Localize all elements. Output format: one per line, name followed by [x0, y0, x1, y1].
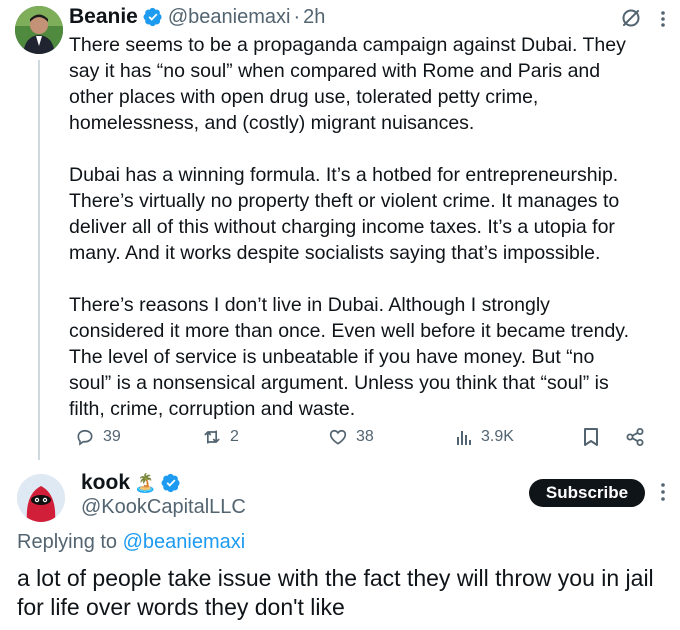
bookmark-icon: [584, 428, 598, 446]
mention-link[interactable]: @beaniemaxi: [123, 531, 246, 553]
like-button[interactable]: 38: [328, 424, 374, 450]
more-options-icon[interactable]: [660, 10, 666, 28]
tweet-action-bar: 39 2 38 3.9K: [0, 424, 680, 450]
avatar-image: [17, 474, 65, 522]
tweet-paragraph: There seems to be a propaganda campaign …: [69, 34, 626, 134]
grok-icon[interactable]: [620, 7, 642, 29]
repost-button[interactable]: 2: [202, 424, 239, 450]
reply-button[interactable]: 39: [75, 424, 121, 450]
reply-text: a lot of people take issue with the fact…: [17, 565, 654, 620]
repost-count: 2: [230, 428, 239, 445]
avatar-image: [15, 6, 63, 54]
share-button[interactable]: [625, 424, 645, 450]
parent-tweet[interactable]: Beanie @beaniemaxi · 2h There seems to b…: [0, 0, 680, 460]
author-handle[interactable]: @beaniemaxi: [168, 6, 291, 29]
reply-tweet[interactable]: kook 🏝️ @KookCapitalLLC Subscribe Replyi…: [0, 460, 680, 630]
verified-badge-icon: [143, 7, 163, 27]
author-name[interactable]: Beanie: [69, 5, 138, 29]
reply-icon: [77, 429, 93, 446]
repost-icon: [204, 430, 220, 444]
tweet-text: There seems to be a propaganda campaign …: [69, 32, 669, 448]
author-name[interactable]: kook: [81, 471, 130, 495]
like-count: 38: [356, 428, 374, 445]
reply-count: 39: [103, 428, 121, 445]
more-options-icon[interactable]: [660, 482, 666, 502]
timestamp[interactable]: 2h: [303, 6, 325, 29]
verified-badge-icon: [161, 473, 181, 493]
bookmark-button[interactable]: [582, 424, 600, 450]
subscribe-button[interactable]: Subscribe: [529, 479, 645, 507]
author-handle[interactable]: @KookCapitalLLC: [81, 496, 246, 519]
island-emoji: 🏝️: [134, 472, 157, 493]
avatar[interactable]: [15, 6, 63, 54]
tweet-paragraph: Dubai has a winning formula. It’s a hotb…: [69, 164, 620, 264]
reply-header: kook 🏝️: [81, 469, 186, 497]
view-count: 3.9K: [481, 428, 514, 445]
avatar[interactable]: [17, 474, 65, 522]
replying-to-label: Replying to: [17, 531, 118, 553]
tweet-paragraph: There’s reasons I don’t live in Dubai. A…: [69, 294, 630, 420]
views-button[interactable]: 3.9K: [455, 424, 514, 450]
thread-connector-line: [38, 60, 40, 460]
heart-icon: [329, 429, 347, 445]
share-icon: [626, 428, 644, 446]
replying-to-line: Replying to @beaniemaxi: [17, 531, 245, 554]
tweet-header: Beanie @beaniemaxi · 2h: [69, 4, 325, 30]
analytics-icon: [457, 431, 471, 445]
separator-dot: ·: [293, 5, 301, 28]
